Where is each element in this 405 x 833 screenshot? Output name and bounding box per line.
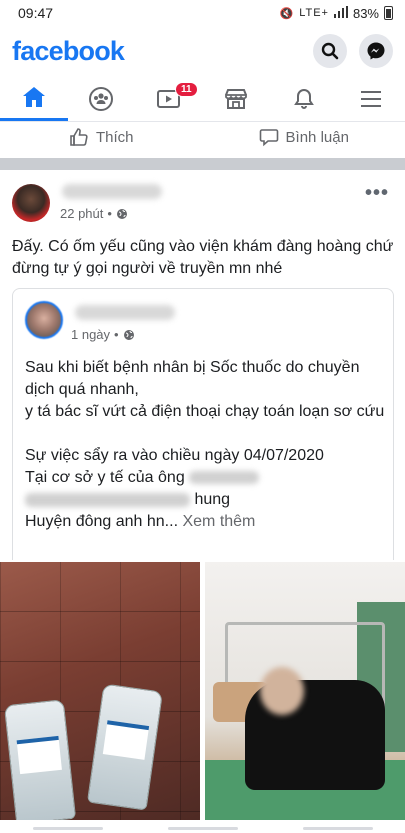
more-options-icon[interactable]: ••• xyxy=(365,182,389,205)
shared-author-name-blurred[interactable] xyxy=(75,305,175,320)
tab-home[interactable] xyxy=(0,76,68,121)
comment-button[interactable]: Bình luận xyxy=(203,122,405,152)
like-button[interactable]: Thích xyxy=(0,122,203,152)
groups-icon xyxy=(89,86,114,111)
mute-icon: 🔇 xyxy=(279,7,295,20)
see-more-link[interactable]: Xem thêm xyxy=(182,513,255,530)
thumbs-up-icon xyxy=(70,128,88,146)
shared-post[interactable]: 1 ngày • Sau khi biết bệnh nhân bị Sốc t… xyxy=(12,288,394,560)
messenger-icon xyxy=(367,42,385,60)
tab-groups[interactable] xyxy=(68,76,136,121)
nav-tabs: 11 xyxy=(0,76,405,122)
post-text: Đấy. Có ốm yếu cũng vào viện khám đàng h… xyxy=(12,238,394,277)
iv-bag-image xyxy=(86,683,164,811)
iv-bag-image xyxy=(3,699,77,820)
feed-separator xyxy=(0,158,405,170)
shared-paragraph-2-line-3: hung xyxy=(25,489,387,511)
tab-watch[interactable]: 11 xyxy=(135,76,203,121)
post-time[interactable]: 22 phút xyxy=(60,206,103,221)
search-icon xyxy=(321,42,339,60)
status-indicators: 🔇 LTE+ 83% xyxy=(279,5,393,21)
shared-author-avatar[interactable] xyxy=(25,301,63,339)
watch-badge: 11 xyxy=(175,82,198,97)
bell-icon xyxy=(293,88,314,109)
shared-paragraph-1: Sau khi biết bệnh nhân bị Sốc thuốc do c… xyxy=(25,359,385,420)
photo-patient[interactable] xyxy=(205,562,405,820)
top-header: facebook xyxy=(0,28,405,74)
bottom-indicator xyxy=(0,823,405,833)
line-3-text: hung xyxy=(194,491,231,508)
tab-menu[interactable] xyxy=(338,76,405,121)
meta-dot: • xyxy=(114,327,119,342)
search-button[interactable] xyxy=(313,34,347,68)
post-photos xyxy=(0,562,405,820)
home-icon xyxy=(22,87,45,107)
battery-icon xyxy=(384,6,393,20)
tab-notifications[interactable] xyxy=(270,76,338,121)
redacted-text xyxy=(189,471,260,485)
status-time: 09:47 xyxy=(18,5,54,21)
marketplace-icon xyxy=(225,88,248,109)
comment-icon xyxy=(259,129,278,147)
header-actions xyxy=(313,34,393,68)
status-bar: 09:47 🔇 LTE+ 83% xyxy=(0,0,405,26)
globe-icon xyxy=(123,329,134,340)
author-name-blurred[interactable] xyxy=(62,184,162,199)
post-header: 22 phút • ••• xyxy=(0,170,405,228)
like-label: Thích xyxy=(95,128,134,146)
signal-icon xyxy=(333,5,348,21)
meta-dot: • xyxy=(107,206,112,221)
redacted-text xyxy=(25,492,190,507)
battery-percent: 83% xyxy=(352,5,379,21)
messenger-button[interactable] xyxy=(359,34,393,68)
shared-post-meta: 1 ngày • xyxy=(71,327,135,342)
patient-face-blurred xyxy=(260,667,304,715)
shared-paragraph-2-line-4: Huyện đông anh hn... Xem thêm xyxy=(25,511,387,533)
shared-paragraph-2-line-2: Tại cơ sở y tế của ông xyxy=(25,467,387,489)
author-avatar[interactable] xyxy=(12,184,50,222)
photo-iv-bags[interactable] xyxy=(0,562,200,820)
line-4-text: Huyện đông anh hn... xyxy=(25,513,179,530)
menu-icon xyxy=(361,90,382,107)
network-label: LTE+ xyxy=(299,7,329,19)
globe-icon xyxy=(116,208,127,219)
comment-label: Bình luận xyxy=(285,128,349,146)
shared-paragraph-2-line-1: Sự việc sẩy ra vào chiều ngày 04/07/2020 xyxy=(25,447,324,464)
previous-post-actions: Thích Bình luận xyxy=(0,122,405,152)
shared-post-body: Sau khi biết bệnh nhân bị Sốc thuốc do c… xyxy=(25,357,387,533)
feed-post: 22 phút • ••• Đấy. Có ốm yếu cũng vào vi… xyxy=(0,170,405,560)
line-2-text: Tại cơ sở y tế của ông xyxy=(25,469,185,486)
facebook-logo[interactable]: facebook xyxy=(12,36,125,67)
tab-marketplace[interactable] xyxy=(203,76,271,121)
post-meta: 22 phút • xyxy=(60,206,128,221)
shared-post-time[interactable]: 1 ngày xyxy=(71,327,110,342)
